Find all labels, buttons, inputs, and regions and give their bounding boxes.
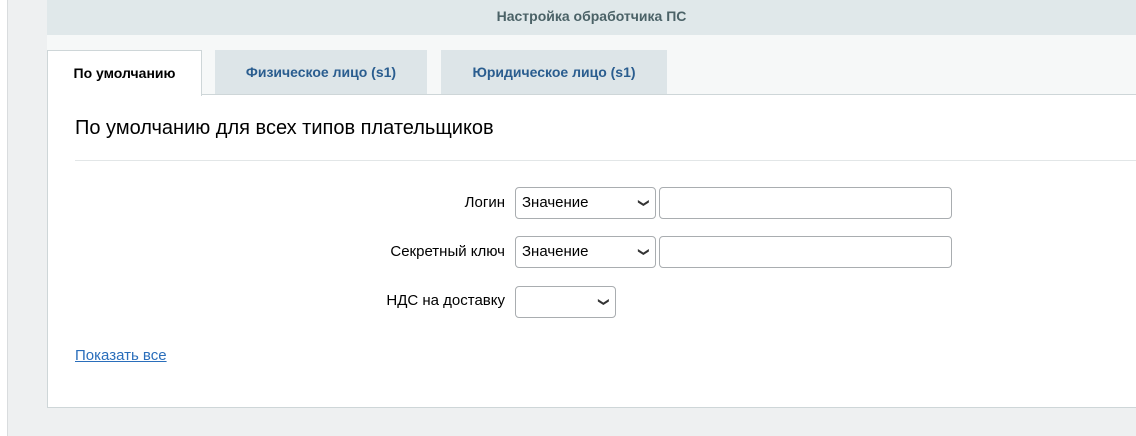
- vat-delivery-label: НДС на доставку: [386, 292, 505, 309]
- panel-title: Настройка обработчика ПС: [496, 8, 687, 24]
- tab-default-label: По умолчанию: [73, 65, 176, 81]
- section-divider: [75, 160, 1136, 161]
- left-sidebar-edge: [0, 0, 8, 436]
- secret-key-type-value: Значение: [522, 243, 589, 260]
- tab-bar: По умолчанию Физическое лицо (s1) Юридич…: [47, 35, 1136, 96]
- section-title: По умолчанию для всех типов плательщиков: [75, 117, 494, 139]
- secret-key-label: Секретный ключ: [390, 243, 505, 260]
- show-all-link[interactable]: Показать все: [75, 347, 167, 364]
- chevron-down-icon: ❯: [597, 297, 610, 307]
- tab-default[interactable]: По умолчанию: [47, 50, 202, 96]
- tab-legal-entity[interactable]: Юридическое лицо (s1): [441, 50, 667, 95]
- login-input[interactable]: [659, 187, 952, 219]
- tab-legal-entity-label: Юридическое лицо (s1): [472, 64, 636, 80]
- tab-individual[interactable]: Физическое лицо (s1): [215, 50, 427, 95]
- secret-key-input[interactable]: [659, 236, 952, 268]
- chevron-down-icon: ❯: [637, 198, 650, 208]
- chevron-down-icon: ❯: [637, 247, 650, 257]
- tab-individual-label: Физическое лицо (s1): [245, 64, 397, 80]
- login-type-value: Значение: [522, 194, 589, 211]
- login-label: Логин: [464, 194, 505, 211]
- secret-key-type-select[interactable]: Значение ❯: [515, 236, 656, 268]
- login-type-select[interactable]: Значение ❯: [515, 187, 656, 219]
- vat-delivery-select[interactable]: ❯: [515, 286, 616, 318]
- panel-header: Настройка обработчика ПС: [47, 0, 1136, 35]
- settings-content: По умолчанию для всех типов плательщиков…: [47, 94, 1136, 408]
